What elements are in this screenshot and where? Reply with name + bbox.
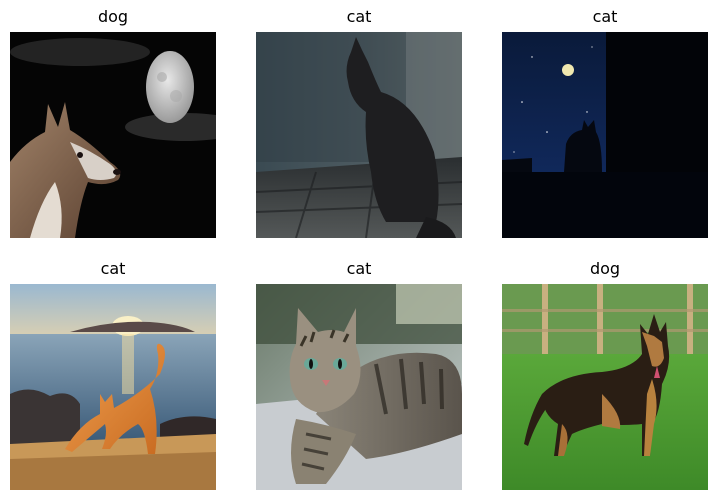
image-label: dog (97, 7, 129, 26)
image-label: cat (100, 259, 126, 278)
tabby-cat-photo (256, 284, 462, 490)
image-label: cat (346, 259, 372, 278)
image-label: cat (592, 7, 618, 26)
image-label: dog (589, 259, 621, 278)
image-grid: dog cat cat cat cat dog (0, 0, 717, 499)
german-shepherd-photo (502, 284, 708, 490)
dog-moon-photo (10, 32, 216, 238)
cat-night-photo (502, 32, 708, 238)
cat-balcony-photo (256, 32, 462, 238)
cat-sunset-photo (10, 284, 216, 490)
image-label: cat (346, 7, 372, 26)
